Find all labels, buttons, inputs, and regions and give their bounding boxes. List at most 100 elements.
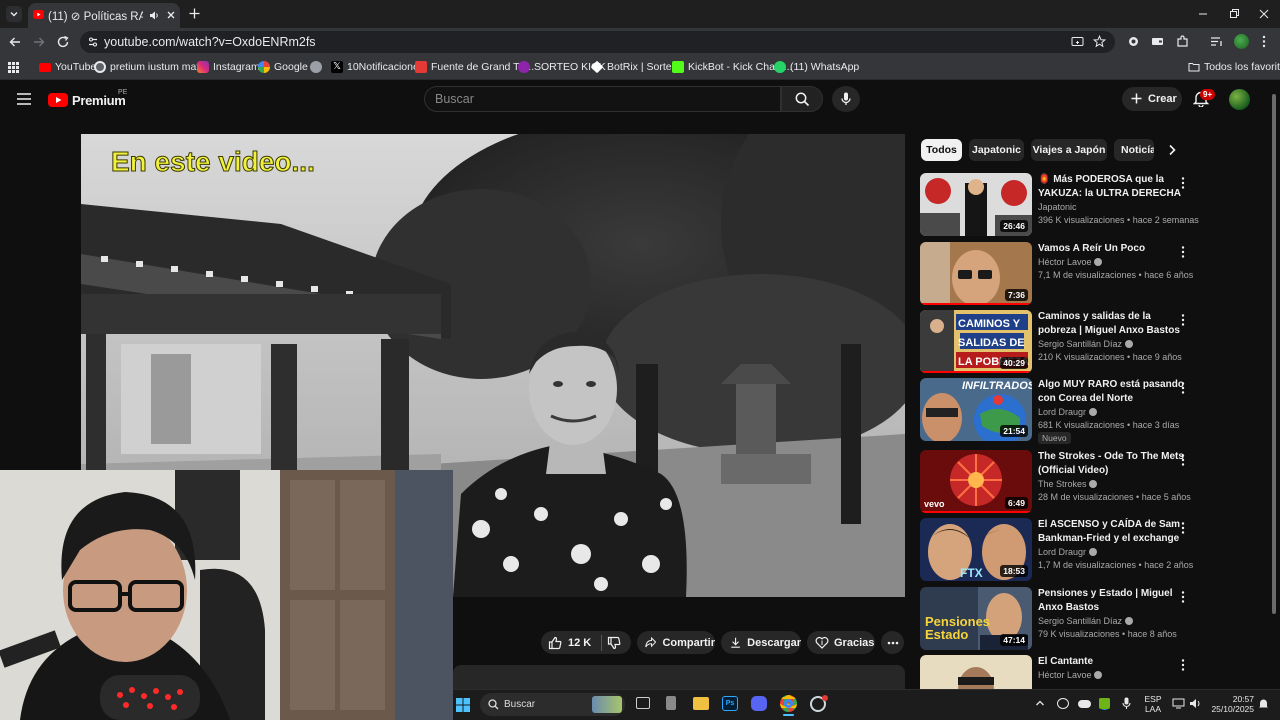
video-thumbnail[interactable]: CAMINOS Y SALIDAS DE LA POBREZA 40:29 (920, 310, 1032, 373)
chip-noticias[interactable]: Noticías (1114, 139, 1154, 161)
bookmark-google[interactable]: Google (258, 61, 308, 73)
video-title[interactable]: 🏮 Más PODEROSA que la YAKUZA: la ULTRA D… (1038, 173, 1188, 200)
windows-start-icon[interactable] (456, 698, 470, 712)
bookmark-youtube[interactable]: YouTube (39, 61, 96, 73)
address-bar[interactable]: youtube.com/watch?v=OxdoENRm2fs (80, 31, 1115, 53)
video-title[interactable]: Pensiones y Estado | Miguel Anxo Bastos (1038, 587, 1188, 614)
more-vertical-icon[interactable] (1181, 246, 1185, 258)
microphone-tray-icon[interactable] (1122, 697, 1131, 710)
forward-icon[interactable] (32, 35, 46, 49)
video-thumbnail[interactable]: 7:36 (920, 242, 1032, 305)
more-vertical-icon[interactable] (1181, 454, 1185, 466)
onedrive-icon[interactable] (1078, 700, 1091, 708)
notification-center-icon[interactable] (1258, 698, 1269, 710)
create-button[interactable]: Crear (1122, 87, 1182, 111)
tray-icon-green[interactable] (1099, 698, 1110, 709)
all-favorites-folder[interactable]: Todos los favoritos (1188, 61, 1280, 73)
extension-icon[interactable] (1127, 35, 1140, 48)
share-button[interactable]: Compartir (637, 631, 715, 654)
recommendation-item[interactable]: Pensiones Estado 47:14 Pensiones y Estad… (920, 587, 1265, 651)
video-title[interactable]: El Cantante (1038, 655, 1188, 669)
network-icon[interactable] (1172, 698, 1185, 709)
scrollbar-thumb[interactable] (1272, 94, 1276, 614)
kebab-menu-icon[interactable] (1261, 35, 1267, 48)
more-vertical-icon[interactable] (1181, 591, 1185, 603)
apps-grid-icon[interactable] (8, 62, 19, 73)
volume-icon[interactable] (1189, 698, 1202, 709)
speaker-icon[interactable] (149, 10, 160, 21)
recommendation-item[interactable]: 26:46 🏮 Más PODEROSA que la YAKUZA: la U… (920, 173, 1265, 237)
profile-avatar[interactable] (1234, 34, 1249, 49)
clock[interactable]: 20:57 25/10/2025 (1206, 694, 1254, 714)
recommendation-item[interactable]: INFILTRADOS 21:54 Algo MUY RARO está pas… (920, 378, 1265, 444)
site-info-icon[interactable] (87, 36, 99, 48)
channel-name[interactable]: Sergio Santillán Díaz (1038, 339, 1133, 349)
more-actions-button[interactable] (881, 631, 904, 654)
video-thumbnail[interactable]: FTX 18:53 (920, 518, 1032, 581)
voice-search-button[interactable] (832, 86, 860, 112)
minimize-icon[interactable] (1197, 8, 1209, 20)
more-vertical-icon[interactable] (1181, 659, 1185, 671)
cast-icon[interactable] (1071, 36, 1084, 48)
chevron-up-icon[interactable] (1035, 699, 1045, 707)
back-icon[interactable] (8, 35, 22, 49)
tray-icon-sync[interactable] (1057, 698, 1069, 709)
search-button[interactable] (781, 86, 823, 112)
search-input[interactable]: Buscar (424, 86, 781, 112)
channel-name[interactable]: The Strokes (1038, 479, 1098, 489)
video-thumbnail[interactable] (920, 655, 1032, 689)
reload-icon[interactable] (56, 35, 70, 49)
bookmark-x[interactable]: 𝕏 10Notificaciones (331, 61, 424, 73)
bookmark-instagram[interactable]: Instagram (197, 61, 260, 73)
taskbar-search[interactable]: Buscar (480, 693, 625, 716)
wallet-icon[interactable] (1151, 36, 1164, 47)
bookmark-gta[interactable]: Fuente de Grand Th... (415, 61, 534, 73)
more-vertical-icon[interactable] (1181, 522, 1185, 534)
bookmark-botrix[interactable]: BotRix | Sorteos (590, 60, 683, 74)
close-window-icon[interactable] (1258, 8, 1270, 20)
channel-name[interactable]: Japatonic (1038, 202, 1077, 212)
recommendation-item[interactable]: CAMINOS Y SALIDAS DE LA POBREZA 40:29 Ca… (920, 310, 1265, 374)
restore-icon[interactable] (1228, 8, 1240, 20)
recommendation-item[interactable]: El Cantante Héctor Lavoe (920, 655, 1265, 689)
more-vertical-icon[interactable] (1181, 314, 1185, 326)
browser-tab[interactable]: (11) ⊘ Políticas RACISTAS (28, 3, 180, 28)
video-title[interactable]: Caminos y salidas de la pobreza | Miguel… (1038, 310, 1188, 337)
photoshop-icon[interactable]: Ps (722, 696, 738, 711)
video-title[interactable]: The Strokes - Ode To The Mets (Official … (1038, 450, 1188, 477)
bookmark-unnamed[interactable] (310, 61, 322, 73)
chip-viajes-a-japon[interactable]: Viajes a Japón (1031, 139, 1107, 161)
thanks-button[interactable]: Gracias (807, 631, 875, 654)
close-tab-icon[interactable] (166, 10, 176, 20)
chip-japatonic[interactable]: Japatonic (969, 139, 1024, 161)
chip-todos[interactable]: Todos (921, 139, 962, 161)
video-thumbnail[interactable]: 26:46 (920, 173, 1032, 236)
taskbar-app-widget[interactable] (666, 696, 676, 710)
new-tab-icon[interactable] (188, 7, 201, 20)
task-view-button[interactable] (636, 697, 650, 709)
thumbs-down-icon[interactable] (607, 636, 621, 650)
account-avatar[interactable] (1229, 89, 1250, 110)
video-thumbnail[interactable]: INFILTRADOS 21:54 (920, 378, 1032, 441)
channel-name[interactable]: Lord Draugr (1038, 407, 1097, 417)
bookmark-star-icon[interactable] (1093, 35, 1106, 48)
channel-name[interactable]: Héctor Lavoe (1038, 670, 1103, 680)
video-title[interactable]: Vamos A Reír Un Poco (1038, 242, 1188, 256)
video-title[interactable]: El ASCENSO y CAÍDA de Sam Bankman-Fried … (1038, 518, 1188, 545)
bookmark-whatsapp[interactable]: (11) WhatsApp (774, 61, 859, 73)
video-thumbnail[interactable]: vevo 6:49 (920, 450, 1032, 513)
video-thumbnail[interactable]: Pensiones Estado 47:14 (920, 587, 1032, 650)
chevron-right-icon[interactable] (1167, 144, 1177, 156)
more-vertical-icon[interactable] (1181, 177, 1185, 189)
video-title[interactable]: Algo MUY RARO está pasando con Corea del… (1038, 378, 1188, 405)
discord-icon[interactable] (751, 696, 767, 711)
page-scrollbar[interactable] (1271, 82, 1277, 688)
channel-name[interactable]: Héctor Lavoe (1038, 257, 1103, 267)
recommendation-item[interactable]: FTX 18:53 El ASCENSO y CAÍDA de Sam Bank… (920, 518, 1265, 582)
download-button[interactable]: Descargar (721, 631, 801, 654)
puzzle-icon[interactable] (1176, 35, 1189, 48)
file-explorer-icon[interactable] (693, 697, 709, 710)
bookmark-pretium[interactable]: pretium iustum mat... (94, 61, 208, 73)
tab-search-button[interactable] (6, 6, 22, 22)
hamburger-menu-icon[interactable] (17, 93, 31, 105)
